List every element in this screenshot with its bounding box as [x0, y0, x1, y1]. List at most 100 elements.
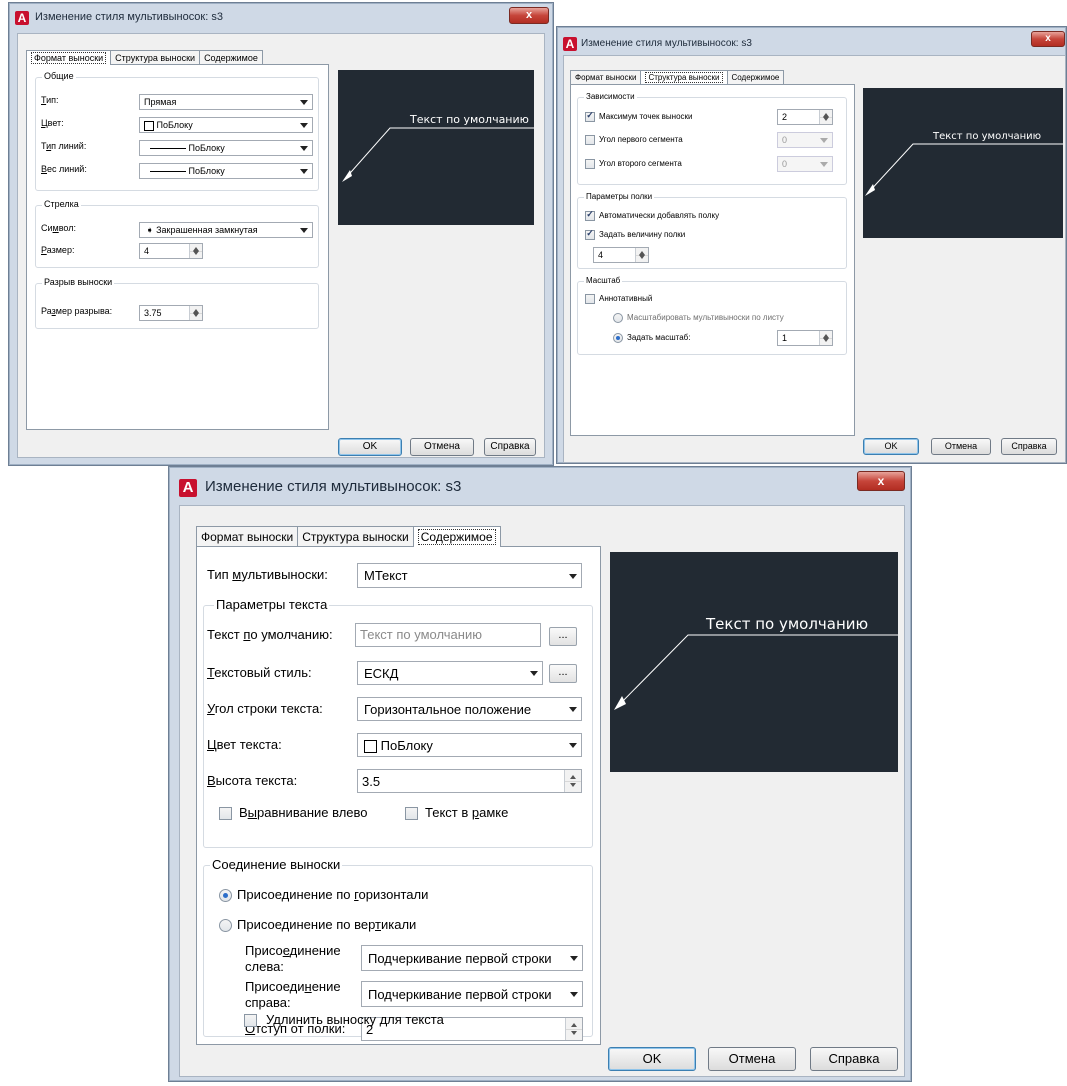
close-button[interactable]: x: [1031, 31, 1065, 47]
scale-to-layout-radio[interactable]: [613, 313, 623, 323]
tab-leader-structure[interactable]: Структура выноски: [110, 50, 201, 65]
spinner-buttons[interactable]: [819, 110, 832, 124]
close-button[interactable]: x: [509, 7, 549, 24]
lineweight-dropdown[interactable]: ПоБлоку: [139, 163, 313, 179]
text-style-browse-button[interactable]: ...: [549, 664, 577, 683]
chevron-down-icon: [820, 138, 828, 143]
default-text-field[interactable]: Текст по умолчанию: [355, 623, 541, 647]
left-attachment-dropdown[interactable]: Подчеркивание первой строки: [361, 945, 583, 971]
help-button[interactable]: Справка: [810, 1047, 898, 1071]
linetype-value: ПоБлоку: [188, 143, 225, 153]
title-bar[interactable]: A Изменение стиля мультивыносок: s3 x: [557, 27, 1066, 57]
annotative-checkbox[interactable]: [585, 294, 595, 304]
close-button[interactable]: x: [857, 471, 905, 491]
specify-scale-value: 1: [782, 333, 788, 343]
chevron-down-icon: [569, 743, 577, 748]
title-bar[interactable]: A Изменение стиля мультивыносок: s3 x: [9, 3, 553, 33]
second-angle-label: Угол второго сегмента: [599, 159, 682, 168]
spin-down-icon: [193, 250, 199, 255]
linetype-dropdown[interactable]: ПоБлоку: [139, 140, 313, 156]
tab-leader-format[interactable]: Формат выноски: [196, 526, 299, 547]
spin-down-icon: [193, 312, 199, 317]
color-dropdown[interactable]: ПоБлоку: [139, 117, 313, 133]
specify-scale-spinner[interactable]: 1: [777, 330, 833, 346]
tab-page: Зависимости Максимум точек выноски 2 Уго…: [570, 84, 855, 436]
tab-strip: Формат выноски Структура выноски Содержи…: [26, 50, 263, 65]
default-text-browse-button[interactable]: ...: [549, 627, 577, 646]
specify-scale-label: Задать масштаб:: [627, 333, 691, 342]
max-points-spinner[interactable]: 2: [777, 109, 833, 125]
horizontal-attachment-radio[interactable]: [219, 889, 232, 902]
cancel-button[interactable]: Отмена: [410, 438, 474, 456]
lineweight-label: Вес линий:: [41, 164, 87, 174]
tab-content[interactable]: Содержимое: [199, 50, 263, 65]
right-attachment-dropdown[interactable]: Подчеркивание первой строки: [361, 981, 583, 1007]
left-attachment-label-2: слева:: [245, 959, 284, 974]
spinner-buttons[interactable]: [819, 331, 832, 345]
second-angle-checkbox[interactable]: [585, 159, 595, 169]
spinner-buttons[interactable]: [635, 248, 648, 262]
specify-scale-radio[interactable]: [613, 333, 623, 343]
arrow-size-label: Размер:: [41, 245, 75, 255]
text-angle-label: Угол строки текста:: [207, 701, 323, 716]
preview-pane: Текст по умолчанию: [610, 552, 902, 772]
spinner-buttons[interactable]: [565, 1018, 582, 1040]
arrow-symbol-dropdown[interactable]: ➧ Закрашенная замкнутая: [139, 222, 313, 238]
arrowhead-icon: [614, 696, 626, 710]
text-angle-dropdown[interactable]: Горизонтальное положение: [357, 697, 582, 721]
text-height-spinner[interactable]: 3.5: [357, 769, 582, 793]
help-button[interactable]: Справка: [1001, 438, 1057, 455]
tab-leader-structure[interactable]: Структура выноски: [640, 70, 728, 84]
tab-label: Содержимое: [731, 73, 780, 82]
max-points-checkbox[interactable]: [585, 110, 595, 122]
tab-leader-structure[interactable]: Структура выноски: [297, 526, 414, 547]
arrow-size-spinner[interactable]: 4: [139, 243, 203, 259]
text-color-dropdown[interactable]: ПоБлоку: [357, 733, 582, 757]
group-title: Зависимости: [584, 92, 637, 101]
spinner-buttons[interactable]: [189, 244, 202, 258]
default-text-value: Текст по умолчанию: [360, 627, 482, 642]
tab-leader-format[interactable]: Формат выноски: [570, 70, 642, 84]
dialog-content: A Изменение стиля мультивыносок: s3 x Фо…: [168, 466, 912, 1082]
ok-button[interactable]: OK: [338, 438, 402, 456]
left-justify-checkbox[interactable]: [219, 807, 232, 820]
text-angle-value: Горизонтальное положение: [364, 702, 532, 717]
dialog-client: Формат выноски Структура выноски Содержи…: [17, 33, 545, 458]
cancel-button[interactable]: Отмена: [708, 1047, 796, 1071]
spinner-buttons[interactable]: [189, 306, 202, 320]
title-bar[interactable]: A Изменение стиля мультивыносок: s3 x: [169, 467, 911, 507]
color-swatch-icon: [364, 740, 377, 754]
tab-content[interactable]: Содержимое: [412, 526, 501, 547]
group-title: Разрыв выноски: [42, 277, 115, 287]
leader-preview-drawing: Текст по умолчанию: [342, 113, 538, 182]
first-angle-dropdown[interactable]: 0: [777, 132, 833, 148]
type-dropdown[interactable]: Прямая: [139, 94, 313, 110]
mleader-type-dropdown[interactable]: МТекст: [357, 563, 582, 588]
tab-strip: Формат выноски Структура выноски Содержи…: [196, 526, 501, 547]
set-landing-distance-label: Задать величину полки: [599, 230, 686, 239]
dialog-leader-format: A Изменение стиля мультивыносок: s3 x Фо…: [8, 2, 554, 466]
mleader-type-label: Тип мультивыноски:: [207, 567, 328, 582]
linetype-value-wrap: ПоБлоку: [150, 143, 225, 153]
help-label: Справка: [828, 1051, 880, 1066]
spinner-buttons[interactable]: [564, 770, 581, 792]
frame-text-checkbox[interactable]: [405, 807, 418, 820]
ok-button[interactable]: OK: [863, 438, 919, 455]
second-angle-dropdown[interactable]: 0: [777, 156, 833, 172]
extend-leader-checkbox[interactable]: [244, 1014, 257, 1027]
vertical-attachment-radio[interactable]: [219, 919, 232, 932]
first-angle-checkbox[interactable]: [585, 135, 595, 145]
text-style-dropdown[interactable]: ЕСКД: [357, 661, 543, 685]
help-button[interactable]: Справка: [484, 438, 536, 456]
set-landing-distance-checkbox[interactable]: [585, 228, 595, 240]
auto-landing-checkbox[interactable]: [585, 209, 595, 221]
break-size-label: Размер разрыва:: [41, 306, 113, 316]
window-title: Изменение стиля мультивыносок: s3: [205, 478, 462, 495]
break-size-spinner[interactable]: 3.75: [139, 305, 203, 321]
tab-content[interactable]: Содержимое: [726, 70, 785, 84]
cancel-button[interactable]: Отмена: [931, 438, 991, 455]
spin-up-icon: [571, 1022, 577, 1027]
tab-leader-format[interactable]: Формат выноски: [26, 50, 112, 65]
ok-button[interactable]: OK: [608, 1047, 696, 1071]
landing-distance-spinner[interactable]: 4: [593, 247, 649, 263]
